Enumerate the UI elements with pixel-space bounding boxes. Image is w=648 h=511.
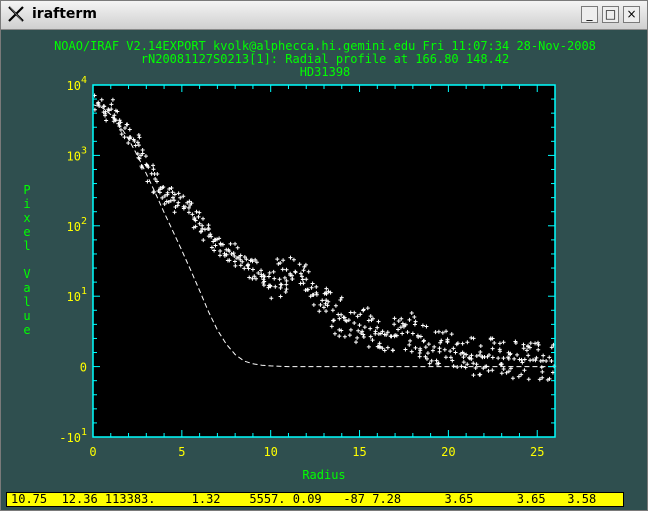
y-axis-label-char: P xyxy=(23,183,30,197)
y-tick-label: 0 xyxy=(80,361,87,375)
y-tick-label: 102 xyxy=(67,216,87,234)
x-axis-label: Radius xyxy=(302,468,345,482)
y-axis-label-char: a xyxy=(23,281,30,295)
y-axis-label-char: u xyxy=(23,309,30,323)
y-tick-label: 104 xyxy=(67,75,87,93)
y-axis-label-char: V xyxy=(23,267,30,281)
x-tick-label: 20 xyxy=(441,445,455,459)
x-tick-label: 0 xyxy=(89,445,96,459)
x-tick-label: 5 xyxy=(178,445,185,459)
y-axis-label-char: e xyxy=(23,323,30,337)
y-tick-label: -101 xyxy=(59,427,87,445)
y-axis-label-char: x xyxy=(23,211,30,225)
y-axis-label-char: l xyxy=(23,239,30,253)
y-tick-label: 101 xyxy=(67,286,87,304)
irafterm-window: irafterm _ □ × NOAO/IRAF V2.14EXPORT kvo… xyxy=(0,0,648,511)
status-bar: 10.75 12.36 113383. 1.32 5557. 0.09 -87 … xyxy=(6,492,624,507)
y-axis-label-char: l xyxy=(23,295,30,309)
x-tick-label: 15 xyxy=(352,445,366,459)
plot-area xyxy=(93,85,555,437)
radial-profile-plot[interactable]: 0 5 10 15 20 25-1010101102103104RadiusPixelVa… xyxy=(1,1,648,491)
y-axis-label-char: i xyxy=(23,197,30,211)
y-axis-label-char: e xyxy=(23,225,30,239)
x-tick-label: 25 xyxy=(530,445,544,459)
x-tick-label: 10 xyxy=(263,445,277,459)
y-tick-label: 103 xyxy=(67,145,87,163)
